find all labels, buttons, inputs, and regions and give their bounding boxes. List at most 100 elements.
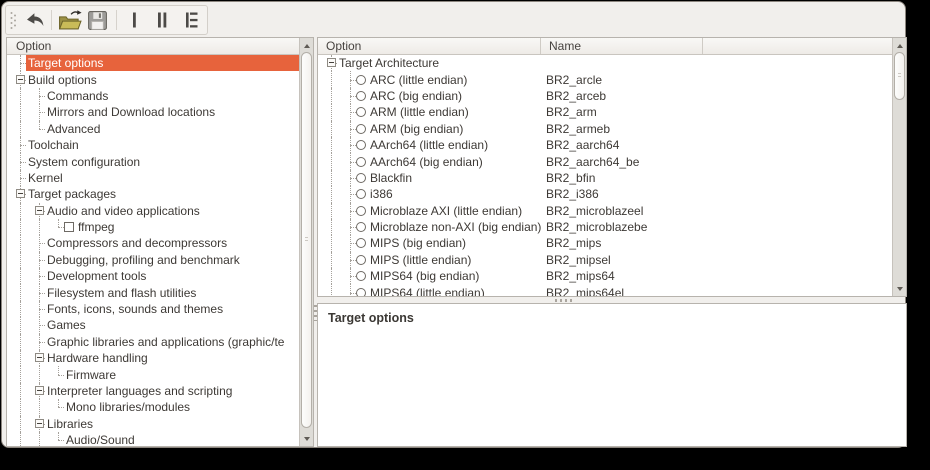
- tree-row[interactable]: Firmware: [7, 366, 299, 382]
- checkbox-icon[interactable]: [64, 222, 74, 232]
- tree-connector: [26, 88, 45, 104]
- radio-icon[interactable]: [356, 91, 366, 101]
- arch-row[interactable]: ARC (little endian)BR2_arcle: [318, 71, 892, 87]
- collapse-icon[interactable]: [35, 206, 44, 215]
- tree-connector: [26, 252, 45, 268]
- tree-row[interactable]: Audio/Sound: [7, 432, 299, 446]
- tree-row[interactable]: Graphic libraries and applications (grap…: [7, 334, 299, 350]
- tree-row[interactable]: Mono libraries/modules: [7, 399, 299, 415]
- arch-row[interactable]: BlackfinBR2_bfin: [318, 170, 892, 186]
- radio-icon[interactable]: [356, 107, 366, 117]
- arch-row[interactable]: Microblaze non-AXI (big endian)BR2_micro…: [318, 219, 892, 235]
- scrollbar-thumb[interactable]: [301, 52, 312, 428]
- collapse-icon[interactable]: [35, 386, 44, 395]
- radio-icon[interactable]: [356, 124, 366, 134]
- tree-connector: [318, 55, 337, 71]
- tree-row[interactable]: Development tools: [7, 268, 299, 284]
- tree-row[interactable]: Commands: [7, 88, 299, 104]
- header-name[interactable]: Name: [541, 38, 703, 54]
- collapse-icon[interactable]: [327, 58, 336, 67]
- radio-icon[interactable]: [356, 222, 366, 232]
- tree-row[interactable]: Build options: [7, 71, 299, 87]
- collapse-icon[interactable]: [16, 189, 25, 198]
- tree-row[interactable]: Games: [7, 317, 299, 333]
- collapse-icon[interactable]: [16, 75, 25, 84]
- arch-row[interactable]: MIPS (big endian)BR2_mips: [318, 235, 892, 251]
- arch-row[interactable]: ARM (big endian)BR2_armeb: [318, 121, 892, 137]
- radio-icon[interactable]: [356, 255, 366, 265]
- tree-row[interactable]: Filesystem and flash utilities: [7, 284, 299, 300]
- radio-icon[interactable]: [356, 157, 366, 167]
- tree-row[interactable]: ffmpeg: [7, 219, 299, 235]
- scroll-down-icon[interactable]: [300, 432, 313, 445]
- scroll-down-icon[interactable]: [893, 282, 906, 295]
- arch-row[interactable]: MIPS (little endian)BR2_mipsel: [318, 252, 892, 268]
- undo-button[interactable]: [20, 7, 47, 33]
- tree-connector: [45, 432, 64, 446]
- header-option[interactable]: Option: [318, 38, 541, 54]
- scroll-up-icon[interactable]: [893, 39, 906, 52]
- tree-item-label: ARC (big endian): [368, 88, 892, 104]
- tree-row[interactable]: Fonts, icons, sounds and themes: [7, 301, 299, 317]
- tree-row[interactable]: Target options: [7, 55, 299, 71]
- tree-connector: [26, 268, 45, 284]
- tree-connector: [337, 88, 356, 104]
- right-vertical-scrollbar[interactable]: [892, 38, 906, 296]
- radio-icon[interactable]: [356, 140, 366, 150]
- tree-connector: [26, 203, 45, 219]
- arch-row[interactable]: Microblaze AXI (little endian)BR2_microb…: [318, 203, 892, 219]
- single-view-button[interactable]: [121, 7, 148, 33]
- open-button[interactable]: [56, 7, 83, 33]
- tree-item-label: Mono libraries/modules: [64, 399, 299, 415]
- tree-item-label: MIPS64 (big endian): [368, 268, 892, 284]
- arch-row[interactable]: MIPS64 (little endian)BR2_mips64el: [318, 284, 892, 296]
- tree-row[interactable]: Hardware handling: [7, 350, 299, 366]
- tree-row[interactable]: Kernel: [7, 170, 299, 186]
- radio-icon[interactable]: [356, 75, 366, 85]
- tree-row[interactable]: Interpreter languages and scripting: [7, 383, 299, 399]
- tree-guide: [7, 284, 26, 300]
- radio-icon[interactable]: [356, 238, 366, 248]
- arch-list-header: Option Name: [318, 38, 892, 55]
- radio-icon[interactable]: [356, 288, 366, 296]
- arch-row[interactable]: i386BR2_i386: [318, 186, 892, 202]
- scrollbar-thumb[interactable]: [894, 52, 905, 100]
- left-tree-rows: Target optionsBuild optionsCommandsMirro…: [7, 55, 299, 446]
- tree-row[interactable]: Libraries: [7, 416, 299, 432]
- tree-row[interactable]: Audio and video applications: [7, 203, 299, 219]
- tree-guide: [26, 366, 45, 382]
- tree-connector: [7, 71, 26, 87]
- tree-row[interactable]: Target packages: [7, 186, 299, 202]
- save-button[interactable]: [84, 7, 111, 33]
- collapse-icon[interactable]: [35, 419, 44, 428]
- toolbar-grip[interactable]: [9, 10, 17, 30]
- tree-item-label: Hardware handling: [45, 350, 299, 366]
- tree-row[interactable]: Compressors and decompressors: [7, 235, 299, 251]
- radio-icon[interactable]: [356, 271, 366, 281]
- tree-connector: [337, 104, 356, 120]
- radio-icon[interactable]: [356, 206, 366, 216]
- arch-row[interactable]: AArch64 (little endian)BR2_aarch64: [318, 137, 892, 153]
- arch-row[interactable]: ARC (big endian)BR2_arceb: [318, 88, 892, 104]
- tree-row[interactable]: Debugging, profiling and benchmark: [7, 252, 299, 268]
- tree-row[interactable]: Toolchain: [7, 137, 299, 153]
- symbol-name: BR2_mips64: [546, 268, 615, 284]
- arch-row[interactable]: Target Architecture: [318, 55, 892, 71]
- arch-row[interactable]: MIPS64 (big endian)BR2_mips64: [318, 268, 892, 284]
- arch-row[interactable]: ARM (little endian)BR2_arm: [318, 104, 892, 120]
- tree-item-label: Commands: [45, 88, 299, 104]
- help-panel: Target options: [317, 303, 907, 447]
- full-view-button[interactable]: [177, 7, 204, 33]
- collapse-icon[interactable]: [35, 353, 44, 362]
- tree-connector: [26, 350, 45, 366]
- scroll-up-icon[interactable]: [300, 39, 313, 52]
- tree-row[interactable]: System configuration: [7, 153, 299, 169]
- tree-row[interactable]: Mirrors and Download locations: [7, 104, 299, 120]
- radio-icon[interactable]: [356, 189, 366, 199]
- left-vertical-scrollbar[interactable]: [299, 38, 313, 446]
- split-view-button[interactable]: [149, 7, 176, 33]
- arch-row[interactable]: AArch64 (big endian)BR2_aarch64_be: [318, 153, 892, 169]
- tree-guide: [7, 219, 26, 235]
- tree-row[interactable]: Advanced: [7, 121, 299, 137]
- radio-icon[interactable]: [356, 173, 366, 183]
